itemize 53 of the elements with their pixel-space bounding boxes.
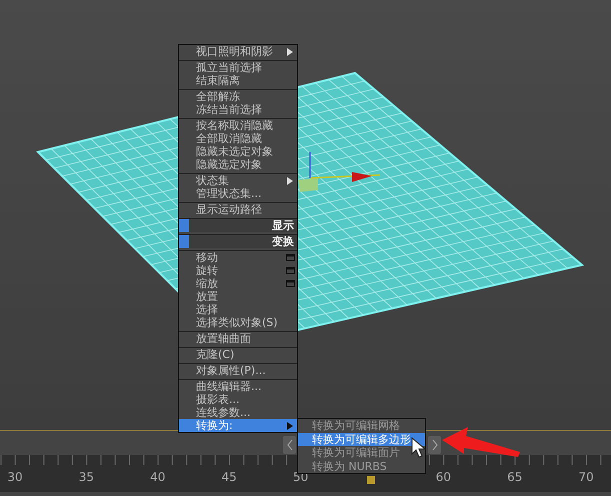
menu-item[interactable]: 按名称取消隐藏 (179, 119, 297, 132)
ruler-label: 45 (222, 470, 237, 484)
menu-item[interactable]: 放置 (179, 290, 297, 303)
menu-item[interactable]: 孤立当前选择 (179, 61, 297, 74)
previous-button[interactable] (283, 436, 296, 454)
submenu-item[interactable]: 转换为可编辑网格 (298, 419, 425, 432)
menu-item[interactable]: 克隆(C) (179, 348, 297, 361)
submenu-arrow-icon (287, 177, 293, 185)
key-marker-icon (366, 475, 376, 485)
header-marker (179, 219, 189, 232)
menu-header-label: 变换 (272, 235, 295, 248)
ruler-label: 60 (436, 470, 452, 484)
menu-item[interactable]: 状态集 (179, 174, 297, 187)
annotation-arrow-icon (442, 426, 522, 458)
menu-item[interactable]: 结束隔离 (179, 74, 297, 87)
menu-item[interactable]: 连线参数... (179, 406, 297, 419)
menu-item[interactable]: 对象属性(P)... (179, 364, 297, 377)
submenu-arrow-icon (287, 48, 293, 56)
ruler-label: 65 (507, 470, 522, 484)
menu-item[interactable]: 管理状态集... (179, 187, 297, 200)
submenu-arrow-icon (287, 422, 293, 430)
mouse-cursor-icon (411, 437, 427, 459)
header-marker (179, 235, 189, 248)
settings-box-icon[interactable] (286, 280, 295, 287)
menu-item[interactable]: 全部取消隐藏 (179, 132, 297, 145)
menu-item[interactable]: 选择 (179, 303, 297, 316)
menu-item[interactable]: 转换为: (179, 419, 297, 432)
menu-item[interactable]: 放置轴曲面 (179, 332, 297, 345)
menu-item[interactable]: 显示运动路径 (179, 203, 297, 216)
transform-gizmo-icon (298, 152, 380, 192)
menu-item[interactable]: 冻结当前选择 (179, 103, 297, 116)
settings-box-icon[interactable] (286, 267, 295, 274)
menu-item[interactable]: 曲线编辑器... (179, 380, 297, 393)
submenu-item[interactable]: 转换为可编辑多边形 (298, 432, 425, 446)
ruler-label: 70 (578, 470, 594, 484)
chevron-left-icon (286, 439, 294, 451)
menu-item[interactable]: 视口照明和阴影 (179, 45, 297, 58)
menu-header-label: 显示 (272, 219, 295, 232)
menu-item[interactable]: 缩放 (179, 277, 297, 290)
menu-item[interactable]: 选择类似对象(S) (179, 316, 297, 329)
submenu-item[interactable]: 转换为 NURBS (298, 460, 425, 473)
menu-item[interactable]: 全部解冻 (179, 90, 297, 103)
menu-item[interactable]: 隐藏选定对象 (179, 158, 297, 171)
chevron-right-icon (430, 439, 438, 451)
ruler-label: 35 (78, 470, 94, 484)
ruler-label: 40 (150, 470, 166, 484)
next-button[interactable] (428, 436, 441, 454)
menu-item[interactable]: 旋转 (179, 264, 297, 277)
menu-item[interactable]: 摄影表... (179, 393, 297, 406)
menu-item[interactable]: 隐藏未选定对象 (179, 145, 297, 158)
ruler-label: 30 (7, 470, 23, 484)
settings-box-icon[interactable] (286, 254, 295, 261)
menu-item[interactable]: 移动 (179, 251, 297, 264)
